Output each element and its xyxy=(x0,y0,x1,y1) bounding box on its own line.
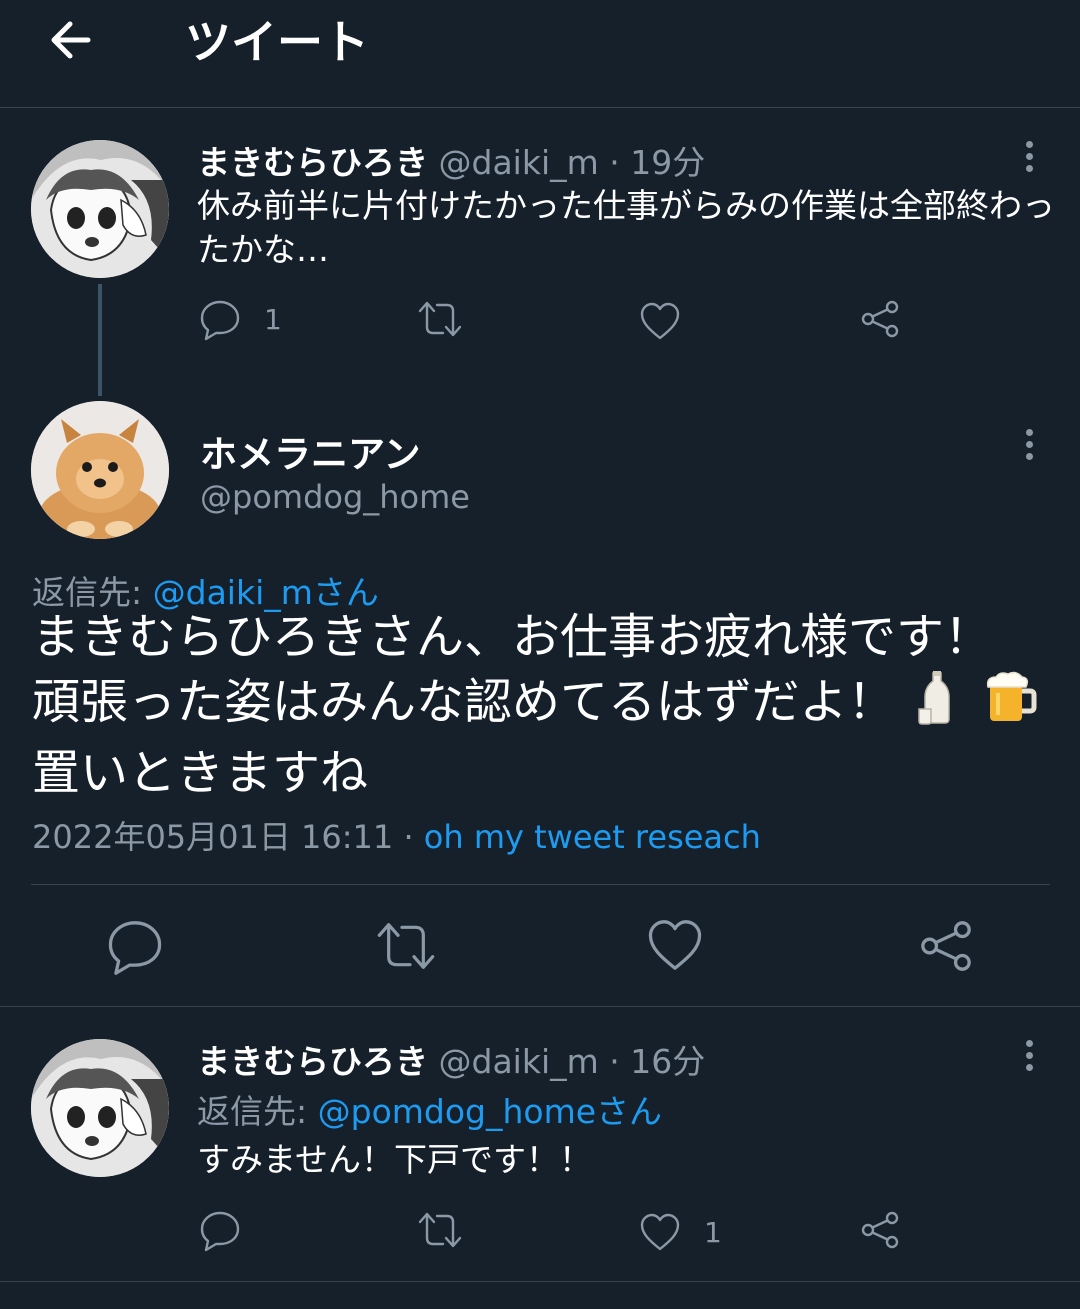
thread-line xyxy=(98,284,102,396)
pomeranian-avatar-image xyxy=(31,401,169,539)
share-icon xyxy=(861,1211,899,1249)
page-title: ツイート xyxy=(185,15,369,69)
author-name[interactable]: ホメラニアン xyxy=(200,424,421,478)
source-link[interactable]: oh my tweet reseach xyxy=(424,818,761,856)
tweet-timestamp[interactable]: 2022年05月01日 16:11 xyxy=(32,818,393,856)
back-button[interactable] xyxy=(44,14,100,66)
reply-label: 返信先: xyxy=(197,1092,308,1131)
share-button[interactable] xyxy=(858,1205,902,1255)
retweet-icon xyxy=(418,1212,462,1248)
divider xyxy=(31,884,1050,885)
author-handle: @daiki_m xyxy=(438,143,599,182)
tweet-text: 休み前半に片付けたかった仕事がらみの作業は全部終わったかな… xyxy=(197,186,1055,269)
more-button[interactable] xyxy=(1017,137,1041,177)
share-button[interactable] xyxy=(916,916,976,976)
reply-icon xyxy=(200,1211,240,1252)
top-bar: ツイート xyxy=(0,0,1080,108)
retweet-icon xyxy=(418,301,462,337)
more-button[interactable] xyxy=(1017,1036,1041,1076)
manga-avatar-image xyxy=(31,1039,169,1177)
like-count: 1 xyxy=(704,1215,722,1249)
reply-button[interactable] xyxy=(198,1205,264,1255)
more-icon xyxy=(1017,429,1041,460)
sake-emoji xyxy=(917,669,963,741)
like-icon xyxy=(648,920,702,970)
like-icon xyxy=(640,1213,680,1251)
beer-emoji xyxy=(984,669,1038,741)
separator: · xyxy=(609,143,620,182)
tweet-header: まきむらひろき @daiki_m · 19分 xyxy=(197,136,705,184)
more-icon xyxy=(1017,141,1041,172)
reply-count: 1 xyxy=(264,302,282,336)
reply-context: 返信先: @pomdog_homeさん xyxy=(197,1085,662,1133)
retweet-button[interactable] xyxy=(374,916,435,976)
author-name[interactable]: まきむらひろき xyxy=(197,143,428,182)
author-name[interactable]: まきむらひろき xyxy=(197,1042,428,1081)
avatar[interactable] xyxy=(31,140,169,278)
reply-icon xyxy=(200,300,240,341)
tweet-time[interactable]: 19分 xyxy=(630,143,705,182)
more-icon xyxy=(1017,1040,1041,1071)
share-button[interactable] xyxy=(858,294,902,344)
like-button[interactable] xyxy=(645,916,705,976)
tweet-line: 頑張った姿はみんな認めてるはずだよ！ xyxy=(32,674,896,730)
reply-icon xyxy=(108,921,162,975)
retweet-button[interactable] xyxy=(416,294,464,344)
retweet-icon xyxy=(377,923,435,969)
tweet-line: 置いときますね xyxy=(32,745,369,801)
tweet-line: まきむらひろきさん、お仕事お疲れ様です！ xyxy=(32,609,993,665)
back-arrow-icon xyxy=(51,21,91,59)
divider xyxy=(0,1006,1080,1007)
share-icon xyxy=(921,921,971,971)
tweet-text: まきむらひろきさん、お仕事お疲れ様です！ 頑張った姿はみんな認めてるはずだよ！ … xyxy=(32,605,1062,805)
reply-button[interactable] xyxy=(105,916,165,976)
tweet-text: すみません！下戸です！！ xyxy=(197,1140,593,1179)
manga-avatar-image xyxy=(31,140,169,278)
author-handle: @daiki_m xyxy=(438,1042,599,1081)
tweet-line-with-emoji: 頑張った姿はみんな認めてるはずだよ！ xyxy=(32,669,1062,741)
like-button[interactable] xyxy=(638,296,704,346)
divider xyxy=(0,1281,1080,1282)
like-button[interactable]: 1 xyxy=(638,1207,722,1257)
tweet-header: まきむらひろき @daiki_m · 16分 xyxy=(197,1035,705,1083)
like-icon xyxy=(640,302,680,340)
retweet-button[interactable] xyxy=(416,1205,464,1255)
separator: · xyxy=(403,818,414,856)
avatar[interactable] xyxy=(31,1039,169,1177)
share-icon xyxy=(861,300,899,338)
tweet-time[interactable]: 16分 xyxy=(630,1042,705,1081)
tweet-meta: 2022年05月01日 16:11 · oh my tweet reseach xyxy=(32,812,761,858)
more-button[interactable] xyxy=(1017,425,1041,465)
reply-target-link[interactable]: @pomdog_homeさん xyxy=(318,1092,662,1131)
reply-button[interactable]: 1 xyxy=(198,294,282,344)
separator: · xyxy=(609,1042,620,1081)
author-handle[interactable]: @pomdog_home xyxy=(200,478,470,516)
avatar[interactable] xyxy=(31,401,169,539)
